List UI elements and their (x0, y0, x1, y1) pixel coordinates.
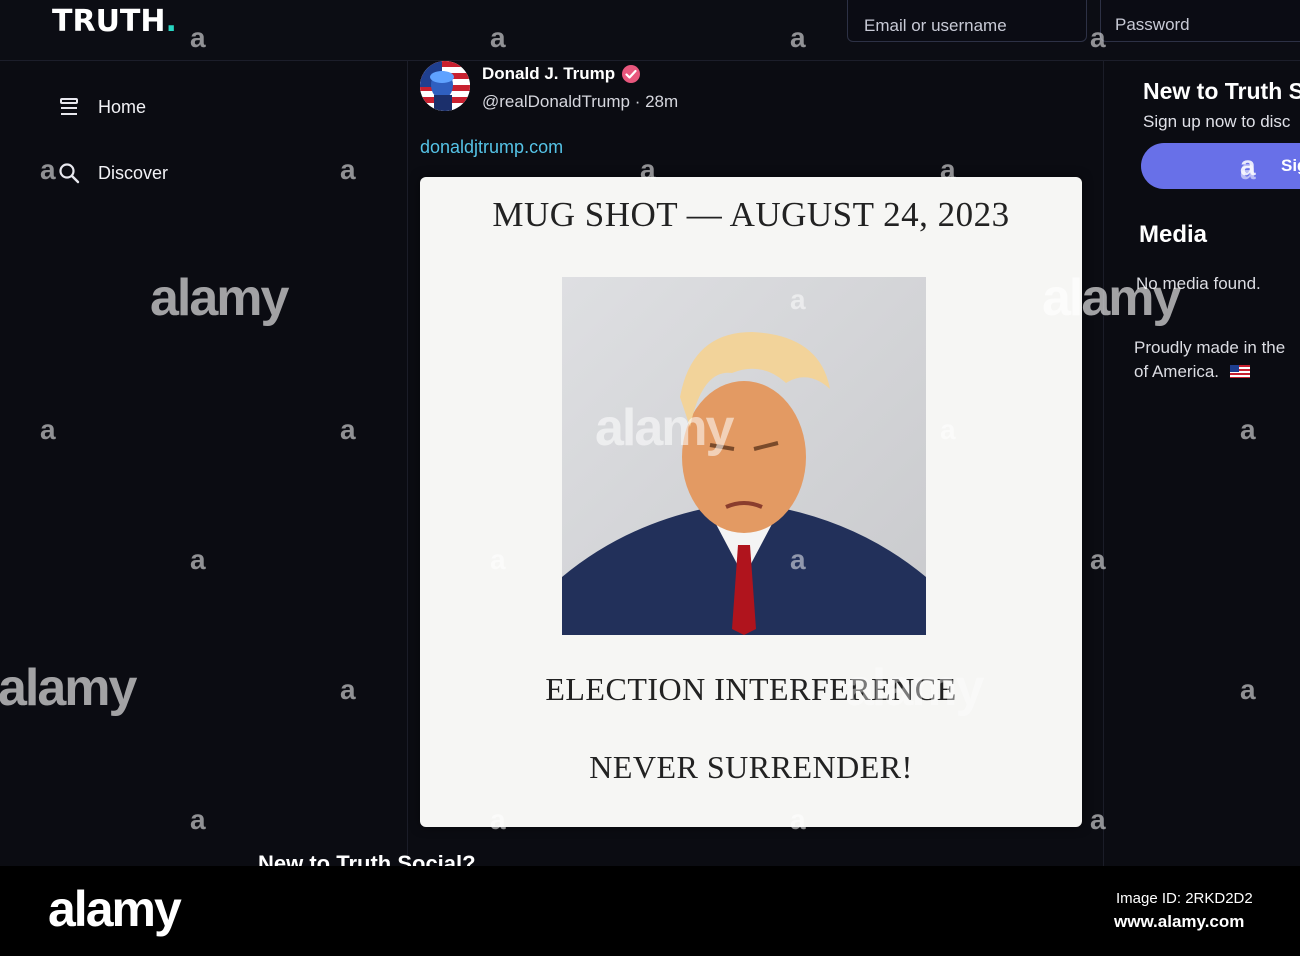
portrait-illustration (562, 277, 926, 635)
made-in-line1: Proudly made in the (1134, 338, 1286, 357)
watermark-a: a (190, 804, 206, 835)
email-username-input[interactable] (847, 0, 1087, 42)
nav-label-home: Home (98, 96, 147, 117)
post-image[interactable]: MUG SHOT — AUGUST 24, 2023 ELECTION INTE… (420, 177, 1082, 827)
alamy-logo: alamy (48, 881, 182, 937)
signup-panel-title: New to Truth S (1143, 78, 1300, 104)
signup-button[interactable]: Sig (1141, 143, 1300, 189)
made-in-text: Proudly made in the of America. (1134, 336, 1300, 384)
menu-lines-icon (60, 98, 78, 115)
watermark-a: a (1240, 414, 1256, 445)
image-id: Image ID: 2RKD2D2 (1116, 890, 1253, 907)
post-link[interactable]: donaldjtrump.com (420, 137, 563, 158)
verified-badge-icon (622, 65, 641, 83)
watermark-a: a (1240, 674, 1256, 705)
made-in-line2: of America. (1134, 362, 1220, 381)
author-handle-line: @realDonaldTrump · 28m (482, 92, 678, 112)
us-flag-icon (1229, 365, 1250, 378)
logo-text: TRUTH (52, 4, 166, 39)
author-handle[interactable]: @realDonaldTrump (482, 92, 630, 111)
image-line-never-surrender: NEVER SURRENDER! (589, 749, 913, 785)
truth-logo[interactable]: TRUTH. (52, 4, 177, 39)
password-input[interactable] (1100, 0, 1300, 42)
new-to-truth-heading: New to Truth Social? (258, 851, 476, 866)
mugshot-photo (562, 277, 926, 635)
right-column-divider (1103, 60, 1104, 866)
watermark-a: a (40, 414, 56, 445)
watermark-a: a (340, 154, 356, 185)
watermark-a: a (190, 544, 206, 575)
stock-footer: alamy Image ID: 2RKD2D2 www.alamy.com (0, 866, 1300, 956)
watermark-alamy: alamy (150, 269, 289, 327)
post-time[interactable]: 28m (645, 92, 678, 111)
image-line-election-interference: ELECTION INTERFERENCE (545, 671, 957, 707)
author-name[interactable]: Donald J. Trump (482, 64, 641, 84)
meta-separator: · (629, 92, 646, 111)
signup-panel-subtitle: Sign up now to disc (1143, 112, 1291, 131)
avatar-image (420, 61, 470, 111)
watermark-alamy: alamy (0, 659, 137, 717)
watermark-a: a (340, 674, 356, 705)
logo-dot: . (165, 4, 177, 39)
watermark-a: a (40, 154, 56, 185)
nav-item-discover[interactable]: Discover (58, 162, 168, 184)
image-title: MUG SHOT — AUGUST 24, 2023 (492, 195, 1010, 234)
nav-label-discover: Discover (98, 162, 169, 183)
watermark-a: a (340, 414, 356, 445)
author-name-text: Donald J. Trump (482, 64, 616, 83)
media-empty-text: No media found. (1136, 274, 1261, 293)
alamy-url: www.alamy.com (1114, 912, 1245, 931)
top-bar: TRUTH. (0, 0, 1300, 61)
screen: TRUTH. Home Discover (0, 0, 1300, 866)
search-icon (59, 163, 80, 184)
media-heading: Media (1139, 221, 1208, 248)
author-avatar[interactable] (420, 61, 470, 111)
nav-item-home[interactable]: Home (58, 96, 146, 118)
left-column-divider (407, 60, 408, 866)
